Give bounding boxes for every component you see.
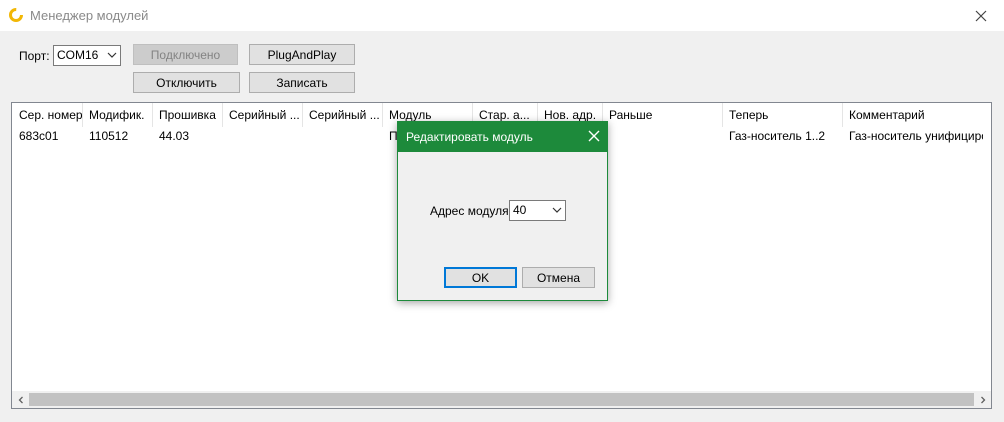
horizontal-scrollbar[interactable]: [12, 391, 991, 408]
dialog-title: Редактировать модуль: [406, 130, 533, 144]
disconnect-button[interactable]: Отключить: [133, 72, 240, 93]
ok-button[interactable]: OK: [444, 267, 517, 288]
cancel-button[interactable]: Отмена: [522, 267, 595, 288]
table-cell: [603, 129, 723, 147]
connected-button[interactable]: Подключено: [133, 44, 238, 65]
column-header[interactable]: Серийный ...: [223, 103, 303, 127]
table-cell: [223, 129, 303, 147]
table-cell: Газ-носитель 1..2: [729, 129, 826, 143]
port-select[interactable]: COM16: [53, 45, 121, 66]
column-header[interactable]: Серийный ...: [303, 103, 383, 127]
column-header[interactable]: Модифик.: [83, 103, 153, 127]
table-cell: 110512: [89, 129, 129, 143]
port-value: COM16: [57, 48, 99, 62]
close-icon[interactable]: [587, 129, 601, 143]
column-header[interactable]: Сер. номер: [13, 103, 83, 127]
table-cell: [303, 129, 383, 147]
app-logo-icon: [9, 8, 23, 22]
chevron-down-icon: [552, 207, 562, 213]
status-strip: [0, 412, 1004, 422]
close-icon: [975, 10, 987, 21]
edit-module-dialog: Редактировать модуль Адрес модуля: 40 OK…: [397, 121, 608, 301]
column-header[interactable]: Комментарий: [843, 103, 991, 127]
column-header[interactable]: Теперь: [723, 103, 843, 127]
chevron-down-icon: [107, 52, 117, 58]
title-bar: Менеджер модулей: [0, 0, 1004, 31]
window-close-button[interactable]: [958, 0, 1004, 31]
scrollbar-thumb[interactable]: [29, 393, 974, 406]
chevron-right-icon: [980, 396, 985, 403]
port-label: Порт:: [19, 49, 50, 63]
scroll-right-button[interactable]: [974, 391, 991, 408]
window-title: Менеджер модулей: [30, 8, 149, 23]
write-button[interactable]: Записать: [249, 72, 355, 93]
column-header[interactable]: Раньше: [603, 103, 723, 127]
table-cell: 683c01: [19, 129, 59, 143]
dialog-title-bar: Редактировать модуль: [398, 122, 607, 152]
address-select[interactable]: 40: [509, 200, 566, 221]
chevron-left-icon: [18, 396, 23, 403]
address-value: 40: [513, 203, 527, 217]
table-cell: 44.03: [159, 129, 190, 143]
plugandplay-button[interactable]: PlugAndPlay: [249, 44, 355, 65]
table-cell: Газ-носитель унифициро...: [849, 129, 983, 143]
address-label: Адрес модуля:: [430, 204, 512, 218]
column-header[interactable]: Прошивка: [153, 103, 223, 127]
scroll-left-button[interactable]: [12, 391, 29, 408]
